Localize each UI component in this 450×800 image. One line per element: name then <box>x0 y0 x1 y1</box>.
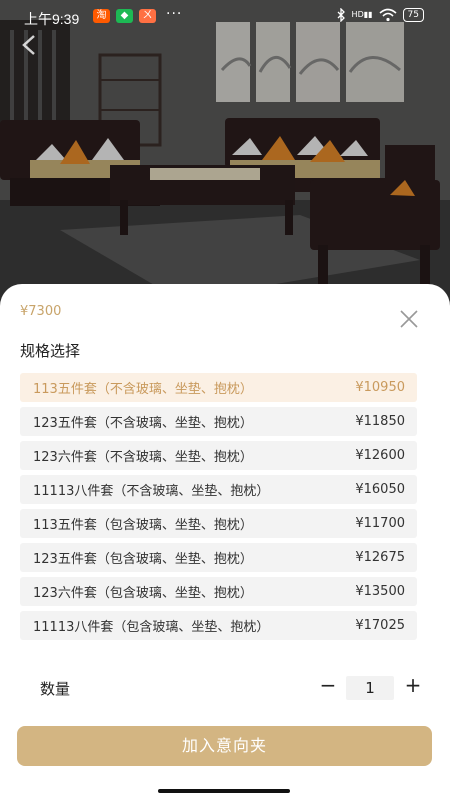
spec-option-name: 123六件套（不含玻璃、坐垫、抱枕） <box>33 450 253 465</box>
signal-icon: HD▮▮ <box>351 10 373 19</box>
spec-option-name: 123五件套（不含玻璃、坐垫、抱枕） <box>33 416 253 431</box>
spec-option-name: 123六件套（包含玻璃、坐垫、抱枕） <box>33 586 253 601</box>
spec-options-list: 113五件套（不含玻璃、坐垫、抱枕） ¥10950 123五件套（不含玻璃、坐垫… <box>20 373 417 645</box>
base-price: ¥7300 <box>20 304 62 319</box>
spec-option-name: 123五件套（包含玻璃、坐垫、抱枕） <box>33 552 253 567</box>
status-time: 上午9:39 <box>24 11 80 27</box>
spec-option[interactable]: 123六件套（包含玻璃、坐垫、抱枕） ¥13500 <box>20 577 417 606</box>
quantity-minus-button[interactable]: − <box>318 674 338 696</box>
taobao-app-icon: 淘 <box>93 9 110 23</box>
wifi-icon <box>379 8 397 22</box>
spec-option[interactable]: 113五件套（不含玻璃、坐垫、抱枕） ¥10950 <box>20 373 417 402</box>
notification-app-icon: ◆ <box>116 9 133 23</box>
close-icon[interactable] <box>398 308 420 330</box>
spec-option[interactable]: 123六件套（不含玻璃、坐垫、抱枕） ¥12600 <box>20 441 417 470</box>
spec-selection-sheet: ¥7300 规格选择 113五件套（不含玻璃、坐垫、抱枕） ¥10950 123… <box>0 284 450 800</box>
spec-option[interactable]: 113五件套（包含玻璃、坐垫、抱枕） ¥11700 <box>20 509 417 538</box>
battery-icon: 75 <box>402 8 424 22</box>
spec-option[interactable]: 123五件套（不含玻璃、坐垫、抱枕） ¥11850 <box>20 407 417 436</box>
spec-option-price: ¥12675 <box>355 550 405 565</box>
spec-option-price: ¥16050 <box>355 482 405 497</box>
spec-option-name: 11113八件套（包含玻璃、坐垫、抱枕） <box>33 620 270 635</box>
quantity-label: 数量 <box>40 680 71 698</box>
signal-label: HD <box>351 10 364 19</box>
spec-option[interactable]: 11113八件套（包含玻璃、坐垫、抱枕） ¥17025 <box>20 611 417 640</box>
quantity-plus-button[interactable]: + <box>403 674 423 696</box>
add-to-favorites-button[interactable]: 加入意向夹 <box>17 726 432 766</box>
spec-option-price: ¥13500 <box>355 584 405 599</box>
spec-option-name: 113五件套（包含玻璃、坐垫、抱枕） <box>33 518 253 533</box>
home-indicator[interactable] <box>158 789 290 793</box>
spec-option-name: 113五件套（不含玻璃、坐垫、抱枕） <box>33 382 253 397</box>
status-right: HD▮▮ 75 <box>336 8 424 22</box>
more-notifications-icon: ··· <box>166 6 183 22</box>
spec-option[interactable]: 11113八件套（不含玻璃、坐垫、抱枕） ¥16050 <box>20 475 417 504</box>
quantity-input[interactable]: 1 <box>346 676 394 700</box>
spec-option-price: ¥10950 <box>355 380 405 395</box>
status-bar: 上午9:39 淘 ◆ ㄨ ··· HD▮▮ 75 <box>0 0 450 34</box>
product-photo <box>0 0 450 310</box>
spec-option[interactable]: 123五件套（包含玻璃、坐垫、抱枕） ¥12675 <box>20 543 417 572</box>
spec-option-name: 11113八件套（不含玻璃、坐垫、抱枕） <box>33 484 270 499</box>
bluetooth-icon <box>337 8 345 22</box>
section-title: 规格选择 <box>20 342 81 360</box>
notification-app-icon-2: ㄨ <box>139 9 156 23</box>
spec-option-price: ¥17025 <box>355 618 405 633</box>
spec-option-price: ¥11700 <box>355 516 405 531</box>
sofa-set-illustration <box>0 0 450 310</box>
spec-option-price: ¥11850 <box>355 414 405 429</box>
spec-option-price: ¥12600 <box>355 448 405 463</box>
